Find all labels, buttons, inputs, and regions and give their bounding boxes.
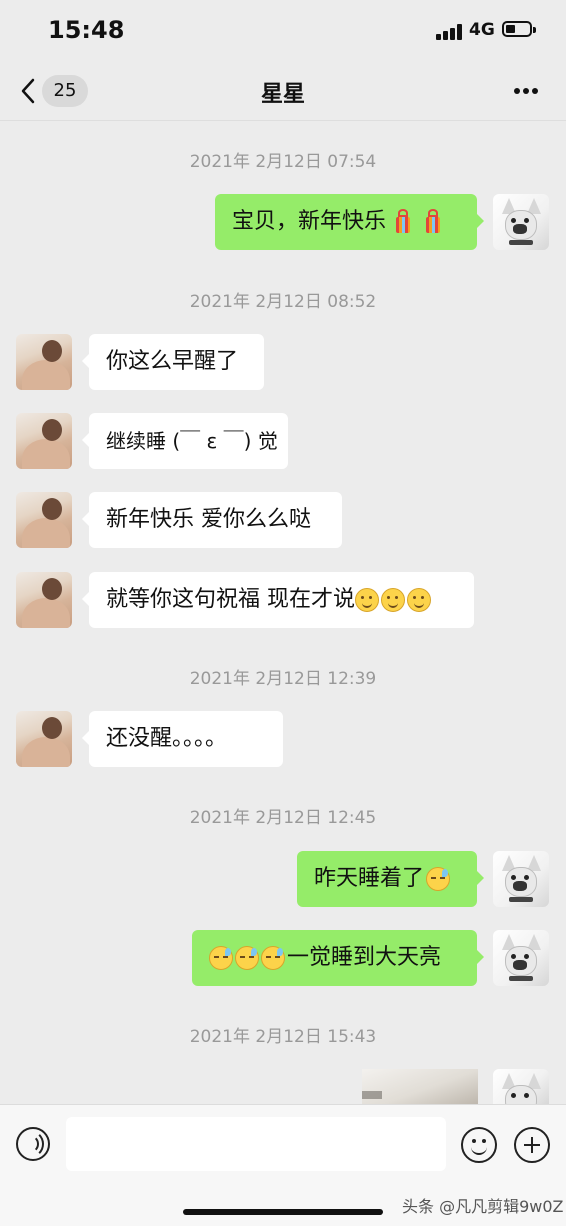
message-bubble-outgoing[interactable]: 宝贝，新年快乐 xyxy=(215,194,484,250)
fireworks-emoji xyxy=(420,209,446,235)
contact-avatar[interactable] xyxy=(16,572,72,628)
timestamp: 2021年 2月12日 07:54 xyxy=(189,152,377,172)
signal-icon xyxy=(436,24,464,40)
message-input[interactable] xyxy=(66,1117,446,1171)
contact-avatar[interactable] xyxy=(16,492,72,548)
smile-emoji xyxy=(381,588,405,612)
image-message[interactable] xyxy=(362,1069,478,1105)
battery-icon xyxy=(502,21,536,37)
home-indicator xyxy=(183,1209,383,1215)
message-bubble-outgoing[interactable]: 昨天睡着了 xyxy=(297,851,484,907)
plus-icon[interactable] xyxy=(514,1127,550,1163)
more-icon[interactable] xyxy=(510,86,542,96)
my-avatar[interactable] xyxy=(493,851,549,907)
timestamp: 2021年 2月12日 12:45 xyxy=(189,808,377,828)
status-bar: 15:48 4G xyxy=(0,0,566,62)
message-bubble-incoming[interactable]: 继续睡 (￣ ε ￣) 觉 xyxy=(82,413,288,469)
message-text: 新年快乐 爱你么么哒 xyxy=(106,507,311,532)
chat-title: 星星 xyxy=(260,82,305,107)
network-type: 4G xyxy=(469,20,495,40)
my-avatar[interactable] xyxy=(493,1069,549,1105)
message-text: 就等你这句祝福 现在才说 xyxy=(106,587,355,612)
smile-emoji xyxy=(407,588,431,612)
emoji-icon[interactable] xyxy=(461,1127,497,1163)
message-text: 宝贝，新年快乐 xyxy=(232,209,387,234)
voice-icon[interactable] xyxy=(16,1127,50,1161)
sleepy-emoji xyxy=(426,867,451,891)
message-bubble-incoming[interactable]: 你这么早醒了 xyxy=(82,334,264,390)
contact-avatar[interactable] xyxy=(16,413,72,469)
message-bubble-incoming[interactable]: 还没醒。。。。 xyxy=(82,711,283,767)
chat-header: 25 星星 xyxy=(0,62,566,121)
message-bubble-incoming[interactable]: 就等你这句祝福 现在才说 xyxy=(82,572,474,628)
message-text: 还没醒。。。。 xyxy=(106,726,228,751)
message-text: 继续睡 (￣ ε ￣) 觉 xyxy=(106,429,278,453)
fireworks-emoji xyxy=(390,209,416,235)
message-text: 你这么早醒了 xyxy=(106,349,239,374)
my-avatar[interactable] xyxy=(493,194,549,250)
sleepy-emoji xyxy=(261,946,285,970)
status-time: 15:48 xyxy=(48,16,125,44)
timestamp: 2021年 2月12日 08:52 xyxy=(189,292,377,312)
message-text: 昨天睡着了 xyxy=(314,866,425,891)
smile-emoji xyxy=(355,588,379,612)
message-text: 一觉睡到大天亮 xyxy=(287,945,442,970)
contact-avatar[interactable] xyxy=(16,334,72,390)
watermark: 头条 @凡凡剪辑9w0Z xyxy=(402,1197,564,1216)
sleepy-emoji xyxy=(209,946,233,970)
contact-avatar[interactable] xyxy=(16,711,72,767)
message-bubble-incoming[interactable]: 新年快乐 爱你么么哒 xyxy=(82,492,342,548)
my-avatar[interactable] xyxy=(493,930,549,986)
timestamp: 2021年 2月12日 15:43 xyxy=(189,1027,377,1047)
timestamp: 2021年 2月12日 12:39 xyxy=(189,669,377,689)
sleepy-emoji xyxy=(235,946,259,970)
message-bubble-outgoing[interactable]: 一觉睡到大天亮 xyxy=(192,930,484,986)
